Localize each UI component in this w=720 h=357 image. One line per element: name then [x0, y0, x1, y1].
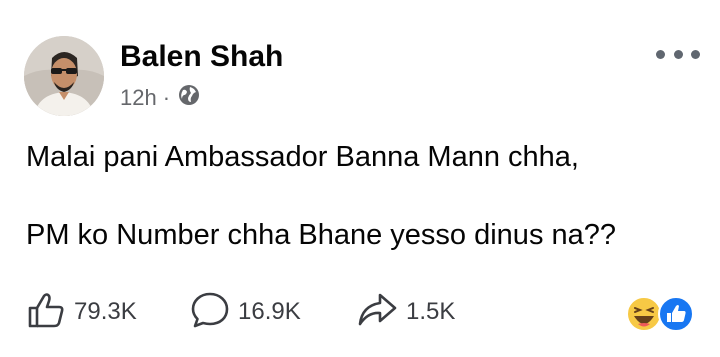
post-header: Balen Shah 12h · — [24, 36, 700, 116]
post-paragraph: Malai pani Ambassador Banna Mann chha, — [26, 141, 579, 173]
comment-bubble-icon — [190, 290, 230, 335]
like-button[interactable]: 79.3K — [26, 286, 137, 338]
share-button[interactable]: 1.5K — [356, 286, 455, 338]
share-arrow-icon — [356, 290, 398, 335]
haha-emoji-icon — [626, 296, 662, 332]
like-reaction-icon — [658, 296, 694, 332]
more-dots-icon[interactable] — [656, 42, 700, 66]
avatar[interactable] — [24, 36, 104, 116]
globe-icon — [178, 84, 200, 112]
like-thumb-icon — [26, 290, 66, 335]
share-count: 1.5K — [406, 298, 456, 325]
post-body: Malai pani Ambassador Banna Mann chha, P… — [26, 136, 706, 256]
meta-separator: · — [162, 85, 171, 110]
author-name[interactable]: Balen Shah — [120, 40, 283, 74]
comment-button[interactable]: 16.9K — [190, 286, 301, 338]
post-timestamp[interactable]: 12h — [120, 85, 157, 111]
reactions-summary[interactable] — [626, 294, 696, 334]
comment-count: 16.9K — [238, 298, 301, 325]
post-paragraph: PM ko Number chha Bhane yesso dinus na?? — [26, 219, 617, 251]
post-actions: 79.3K 16.9K 1.5K — [26, 286, 696, 338]
like-count: 79.3K — [74, 298, 137, 325]
post-meta: 12h · — [120, 84, 200, 112]
